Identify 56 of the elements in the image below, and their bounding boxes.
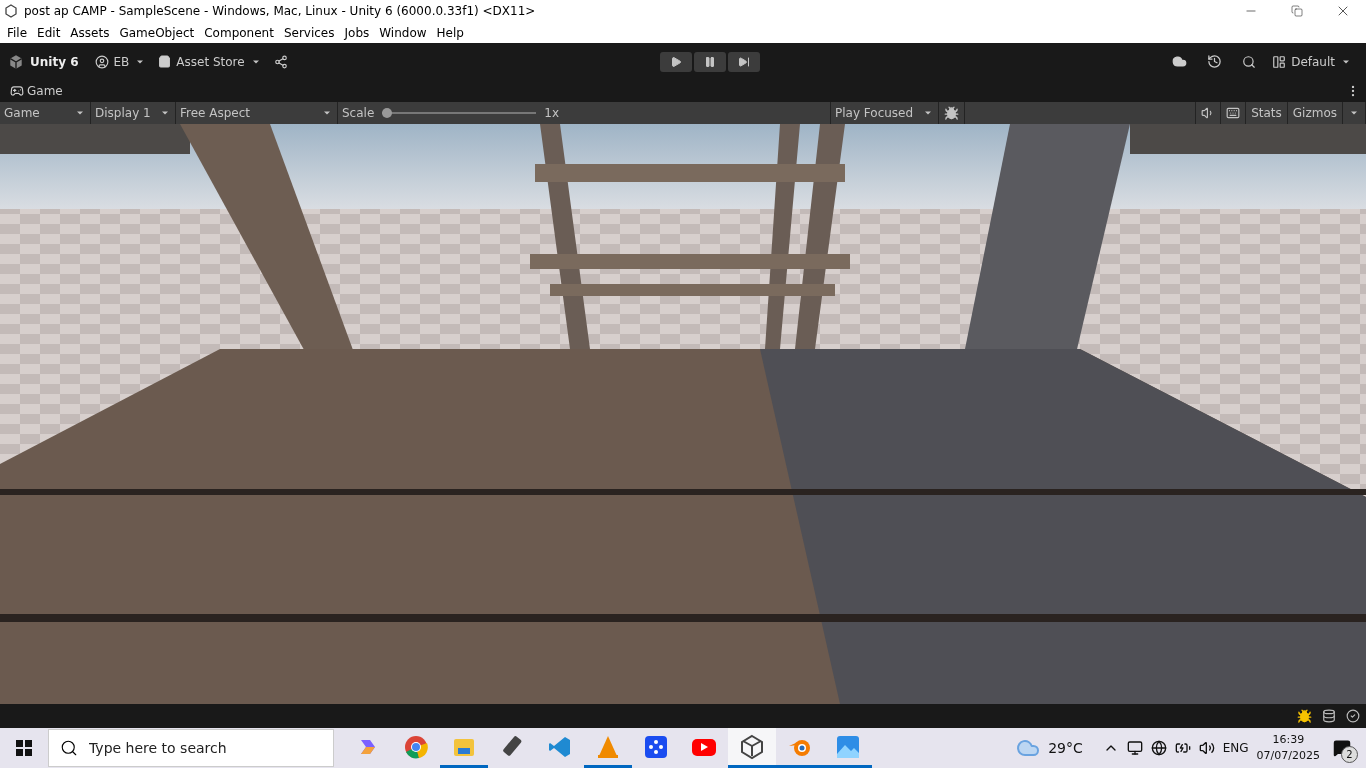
network-icon (1150, 740, 1167, 756)
unity-logo-icon (8, 53, 24, 70)
search-icon (1242, 54, 1257, 69)
bug-icon (944, 105, 959, 121)
cloud-icon (1172, 54, 1188, 69)
taskbar-app-button[interactable] (728, 728, 776, 768)
menu-item[interactable]: Services (278, 25, 340, 40)
pause-icon (703, 55, 716, 68)
unity-logo-icon (4, 4, 18, 18)
shopping-bag-icon (158, 55, 172, 68)
step-icon (737, 55, 750, 68)
scale-label: Scale (342, 106, 375, 120)
photos-app-icon (835, 733, 861, 760)
menu-item[interactable]: Assets (65, 25, 115, 40)
menu-item[interactable]: Edit (32, 25, 66, 40)
branch-icon (273, 54, 288, 69)
layout-dropdown[interactable]: Default (1266, 54, 1358, 69)
gamepad-icon (10, 84, 24, 98)
clock[interactable]: 16:39 07/07/2025 (1256, 732, 1320, 764)
user-icon (94, 54, 109, 69)
history-icon (1207, 54, 1223, 69)
speaker-icon (1198, 740, 1215, 756)
layout-icon (1272, 54, 1287, 69)
pause-button[interactable] (693, 51, 726, 72)
play-icon (669, 55, 682, 68)
menu-item[interactable]: Jobs (339, 25, 375, 40)
play-button[interactable] (659, 51, 692, 72)
notifications-button[interactable]: 2 (1328, 733, 1356, 763)
temperature-label: 29°C (1048, 740, 1083, 756)
restore-icon (1291, 5, 1303, 17)
windows-logo-icon (16, 740, 32, 756)
language-label: ENG (1222, 741, 1249, 755)
battery-icon (1174, 740, 1191, 756)
menu-item[interactable]: Component (199, 25, 279, 40)
taskbar-search-field[interactable]: Type here to search (48, 729, 334, 767)
menu-item[interactable]: Help (431, 25, 469, 40)
bug-warning-icon (1297, 708, 1312, 724)
step-button[interactable] (727, 51, 760, 72)
brand-label: Unity 6 (30, 54, 79, 69)
notification-count: 2 (1341, 746, 1358, 763)
database-icon (1322, 709, 1336, 723)
menu-item[interactable]: Window (374, 25, 432, 40)
menu-item[interactable]: GameObject (114, 25, 200, 40)
menu-item[interactable]: File (2, 25, 33, 40)
slider-thumb[interactable] (382, 108, 393, 118)
account-dropdown[interactable]: EB (88, 54, 153, 69)
search-icon (60, 739, 78, 757)
game-tab[interactable]: Game (10, 84, 63, 98)
check-icon (1346, 709, 1360, 723)
window-title: post ap CAMP - SampleScene - Windows, Mac, Linux - Unity 6 (6000.0.33f1) <DX11> (24, 4, 537, 18)
chrome-app-icon (403, 733, 429, 760)
keyboard-icon (1226, 106, 1241, 120)
asset-store-dropdown[interactable]: Asset Store (152, 54, 268, 69)
monitor-icon (1126, 740, 1143, 756)
scale-value: 1x (544, 106, 560, 120)
unity-app-icon (739, 733, 765, 760)
